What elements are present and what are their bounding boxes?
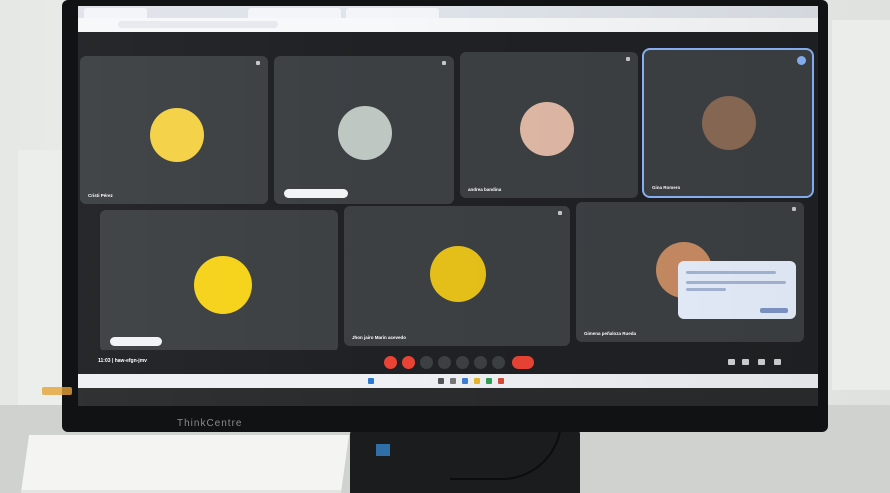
side-panel bbox=[832, 20, 890, 390]
name-pill bbox=[110, 337, 162, 346]
notification-popup[interactable] bbox=[678, 261, 796, 319]
dismiss-button[interactable] bbox=[760, 308, 788, 313]
raise-hand-button[interactable] bbox=[474, 356, 487, 369]
more-options-button[interactable] bbox=[492, 356, 505, 369]
toast-text bbox=[686, 281, 786, 284]
browser-tab-bar bbox=[78, 6, 818, 18]
start-icon[interactable] bbox=[368, 378, 374, 384]
avatar bbox=[150, 108, 204, 162]
mic-button[interactable] bbox=[384, 356, 397, 369]
chrome-icon[interactable] bbox=[498, 378, 504, 384]
people-icon[interactable] bbox=[742, 359, 749, 365]
meeting-time: 11:03 | haw-efgn-jmv bbox=[98, 358, 147, 364]
pin-icon[interactable] bbox=[626, 57, 630, 61]
participant-tile[interactable]: andrea bandina bbox=[460, 52, 638, 198]
meeting-controls: 11:03 | haw-efgn-jmv bbox=[78, 350, 818, 374]
avatar bbox=[520, 102, 574, 156]
name-pill bbox=[284, 189, 348, 198]
avatar bbox=[194, 256, 252, 314]
meeting-code: haw-efgn-jmv bbox=[114, 358, 147, 364]
emoji-button[interactable] bbox=[438, 356, 451, 369]
end-call-button[interactable] bbox=[512, 356, 534, 369]
participant-tile[interactable]: Jhon jairo Marin acevedo bbox=[344, 206, 570, 346]
browser-tab[interactable] bbox=[248, 8, 341, 18]
taskbar-app-icon[interactable] bbox=[462, 378, 468, 384]
taskbar-app-icon[interactable] bbox=[486, 378, 492, 384]
participant-tile[interactable] bbox=[274, 56, 454, 204]
avatar bbox=[430, 246, 486, 302]
present-button[interactable] bbox=[456, 356, 469, 369]
pin-icon[interactable] bbox=[558, 211, 562, 215]
clock: 11:03 bbox=[98, 358, 111, 364]
participant-name: Gina Romero bbox=[652, 185, 681, 190]
pin-icon[interactable] bbox=[792, 207, 796, 211]
info-icon[interactable] bbox=[728, 359, 735, 365]
activities-icon[interactable] bbox=[774, 359, 781, 365]
screen: Cristi Pérez andrea bandina Gina Romero … bbox=[78, 6, 818, 406]
participant-name: andrea bandina bbox=[468, 187, 502, 192]
participant-name: Jhon jairo Marin acevedo bbox=[352, 335, 407, 340]
participant-tile-active[interactable]: Gina Romero bbox=[642, 48, 814, 198]
captions-button[interactable] bbox=[420, 356, 433, 369]
participant-name: Gimena peñaloza Rueda bbox=[584, 331, 637, 336]
toast-text bbox=[686, 271, 776, 274]
taskbar-app-icon[interactable] bbox=[438, 378, 444, 384]
participant-name: Cristi Pérez bbox=[88, 193, 113, 198]
pin-icon[interactable] bbox=[256, 61, 260, 65]
participant-tile[interactable]: Cristi Pérez bbox=[80, 56, 268, 204]
stand-sticker bbox=[376, 444, 390, 456]
taskbar-app-icon[interactable] bbox=[450, 378, 456, 384]
chat-icon[interactable] bbox=[758, 359, 765, 365]
windows-taskbar bbox=[78, 374, 818, 388]
participant-tile[interactable] bbox=[100, 210, 338, 352]
toast-text bbox=[686, 288, 726, 291]
pin-icon[interactable] bbox=[442, 61, 446, 65]
meeting-grid: Cristi Pérez andrea bandina Gina Romero … bbox=[78, 32, 818, 382]
monitor-logo: ThinkCentre bbox=[177, 418, 243, 429]
avatar bbox=[338, 106, 392, 160]
avatar bbox=[702, 96, 756, 150]
speaking-indicator-icon bbox=[797, 56, 806, 65]
browser-tab[interactable] bbox=[84, 8, 147, 18]
camera-button[interactable] bbox=[402, 356, 415, 369]
browser-tab[interactable] bbox=[346, 8, 439, 18]
folder-icon[interactable] bbox=[474, 378, 480, 384]
paper-stack bbox=[20, 435, 350, 493]
url-field[interactable] bbox=[118, 21, 278, 28]
weather-widget bbox=[42, 387, 72, 395]
